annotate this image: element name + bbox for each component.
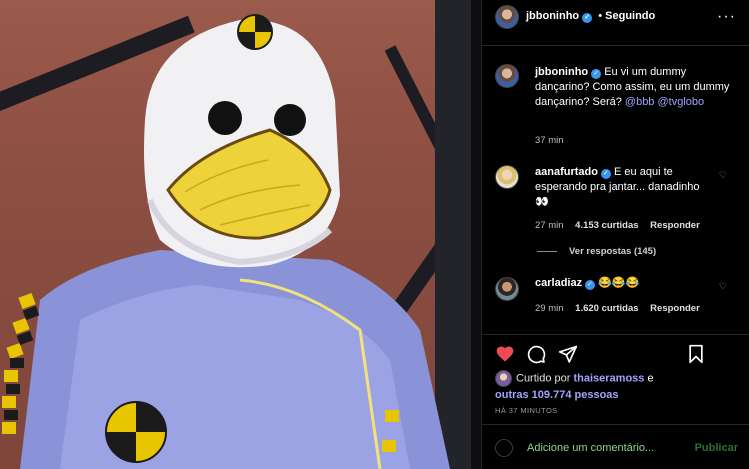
liker-avatar[interactable] <box>495 370 512 387</box>
post-image[interactable] <box>0 0 481 469</box>
mention-bbb[interactable]: @bbb <box>625 96 655 108</box>
comment-emoji: 👀 <box>535 196 549 208</box>
emoji-icon[interactable] <box>495 439 513 457</box>
comment-username[interactable]: aanafurtado <box>535 166 598 178</box>
post-author[interactable]: jbboninho ✓ • Seguindo <box>526 10 655 23</box>
comment-meta: 27 min 4.153 curtidas Responder <box>535 220 700 231</box>
comment-like-heart-icon[interactable]: ♡ <box>719 170 727 181</box>
liked-by: Curtido por thaiseramoss e outras 109.77… <box>495 370 654 403</box>
heart-icon[interactable] <box>495 344 515 364</box>
caption-username[interactable]: jbboninho <box>535 66 588 78</box>
comment-avatar[interactable] <box>495 165 519 189</box>
comment-2: carladiaz ✓ 😂😂😂 <box>535 276 710 291</box>
liked-conj: e <box>647 372 654 385</box>
view-replies-button[interactable]: Ver respostas (145) <box>537 246 656 257</box>
comment-avatar[interactable] <box>495 277 519 301</box>
avatar[interactable] <box>495 5 519 29</box>
post-actions <box>482 341 749 371</box>
separator-dot: • <box>598 10 603 22</box>
follow-status[interactable]: Seguindo <box>605 10 655 22</box>
comment-time: 27 min <box>535 220 564 231</box>
post-details-panel: jbboninho ✓ • Seguindo ··· jbboninho ✓ Eu … <box>481 0 749 469</box>
verified-badge-icon: ✓ <box>591 69 602 79</box>
comment-composer: Adicione um comentário... Publicar <box>482 424 749 469</box>
comment-text: 😂😂😂 <box>598 277 640 289</box>
bookmark-icon[interactable] <box>687 344 705 364</box>
comment-input[interactable]: Adicione um comentário... <box>527 442 654 454</box>
comment-1: aanafurtado ✓ E eu aqui te esperando pra … <box>535 165 710 210</box>
comment-username[interactable]: carladiaz <box>535 277 582 289</box>
comment-icon[interactable] <box>526 344 546 364</box>
comment-meta: 29 min 1.620 curtidas Responder <box>535 303 700 314</box>
author-username[interactable]: jbboninho <box>526 10 579 22</box>
caption-avatar[interactable] <box>495 64 519 88</box>
liker-username[interactable]: thaiseramoss <box>573 372 644 384</box>
publish-button[interactable]: Publicar <box>695 442 738 454</box>
reply-button[interactable]: Responder <box>650 220 700 231</box>
reply-button[interactable]: Responder <box>650 303 700 314</box>
comment-like-heart-icon[interactable]: ♡ <box>719 281 727 292</box>
caption: jbboninho ✓ Eu vi um dummy dançarino? Com… <box>535 65 735 110</box>
comment-likes[interactable]: 1.620 curtidas <box>575 303 638 314</box>
verified-badge-icon: ✓ <box>582 13 593 23</box>
liked-prefix: Curtido por <box>516 372 571 385</box>
actions-divider <box>482 334 749 335</box>
share-icon[interactable] <box>558 344 578 364</box>
comment-time: 29 min <box>535 303 564 314</box>
more-horizontal-icon[interactable]: ··· <box>717 8 736 26</box>
mention-tvglobo[interactable]: @tvglobo <box>658 96 705 108</box>
verified-badge-icon: ✓ <box>585 280 596 290</box>
liked-others[interactable]: outras 109.774 pessoas <box>495 389 619 401</box>
posted-time: HÁ 37 MINUTOS <box>495 406 558 415</box>
comment-likes[interactable]: 4.153 curtidas <box>575 220 638 231</box>
verified-badge-icon: ✓ <box>600 169 611 179</box>
view-replies-label[interactable]: Ver respostas (145) <box>569 246 656 257</box>
post-header: jbboninho ✓ • Seguindo ··· <box>482 0 749 46</box>
dummy-costume-figure <box>2 14 450 469</box>
caption-time: 37 min <box>535 135 564 146</box>
replies-divider <box>537 250 557 252</box>
